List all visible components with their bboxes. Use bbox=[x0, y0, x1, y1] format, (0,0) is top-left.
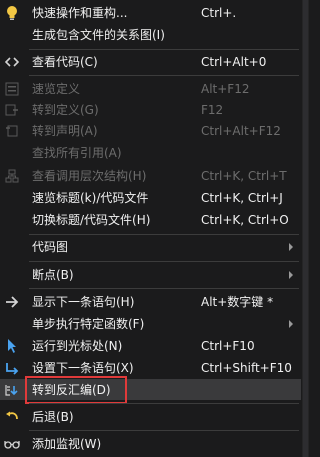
menu-item-label: 快速操作和重构... bbox=[32, 6, 128, 20]
menu-item-shortcut: Alt+F12 bbox=[201, 81, 250, 96]
disassembly-icon bbox=[4, 382, 20, 398]
menu-item-label: 查看调用层次结构(H) bbox=[32, 169, 147, 183]
menu-separator bbox=[29, 403, 299, 404]
menu-item-peek-header[interactable]: 速览标题(k)/代码文件 Ctrl+K, Ctrl+J bbox=[0, 187, 301, 208]
menu-item-shortcut: Ctrl+Shift+F10 bbox=[201, 360, 292, 375]
menu-item-label: 生成包含文件的关系图(I) bbox=[32, 28, 165, 42]
menu-item-label: 后退(B) bbox=[32, 410, 74, 424]
menu-item-label: 查看代码(C) bbox=[32, 55, 98, 69]
menu-item-go-back[interactable]: 后退(B) bbox=[0, 406, 301, 427]
code-icon bbox=[4, 54, 20, 70]
menu-item-label: 速览标题(k)/代码文件 bbox=[32, 191, 149, 205]
menu-item-label: 速览定义 bbox=[32, 82, 81, 96]
menu-item-shortcut: Ctrl+F10 bbox=[201, 338, 255, 353]
menu-item-label: 单步执行特定函数(F) bbox=[32, 317, 145, 331]
menu-item-label: 转到定义(G) bbox=[32, 103, 99, 117]
menu-separator bbox=[29, 75, 299, 76]
menu-separator bbox=[29, 49, 299, 50]
scrollbar-thumb[interactable] bbox=[303, 0, 308, 457]
menu-item-show-next-statement[interactable]: 显示下一条语句(H) Alt+数字键 * bbox=[0, 291, 301, 312]
menu-item-shortcut: Ctrl+K, Ctrl+O bbox=[201, 212, 289, 227]
menu-item-label: 设置下一条语句(X) bbox=[32, 361, 134, 375]
menu-item-shortcut: Ctrl+Alt+0 bbox=[201, 54, 267, 69]
menu-item-label: 代码图 bbox=[32, 240, 69, 254]
menu-item-shortcut: F12 bbox=[201, 102, 224, 117]
set-next-statement-icon bbox=[4, 360, 20, 376]
menu-item-set-next-statement[interactable]: 设置下一条语句(X) Ctrl+Shift+F10 bbox=[0, 357, 301, 378]
glasses-icon bbox=[4, 436, 20, 452]
call-hierarchy-icon bbox=[4, 168, 20, 184]
arrow-right-icon bbox=[4, 294, 20, 310]
menu-item-add-watch[interactable]: 添加监视(W) bbox=[0, 433, 301, 454]
menu-item-generate-include-graph[interactable]: 生成包含文件的关系图(I) bbox=[0, 24, 301, 45]
go-to-declaration-icon bbox=[4, 123, 20, 139]
menu-item-shortcut: Alt+数字键 * bbox=[201, 295, 274, 309]
menu-item-shortcut: Ctrl+. bbox=[201, 5, 237, 20]
menu-item-label: 运行到光标处(N) bbox=[32, 339, 123, 353]
menu-item-toggle-header[interactable]: 切换标题/代码文件(H) Ctrl+K, Ctrl+O bbox=[0, 209, 301, 230]
menu-item-label: 查找所有引用(A) bbox=[32, 146, 122, 160]
highlight-box bbox=[25, 376, 127, 404]
go-to-definition-icon bbox=[4, 102, 20, 118]
menu-item-find-all-references[interactable]: 查找所有引用(A) bbox=[0, 142, 301, 163]
menu-item-label: 断点(B) bbox=[32, 268, 74, 282]
menu-separator bbox=[29, 288, 299, 289]
menu-item-breakpoint[interactable]: 断点(B) bbox=[0, 264, 301, 285]
menu-item-label: 转到声明(A) bbox=[32, 124, 98, 138]
peek-definition-icon bbox=[4, 81, 20, 97]
menu-item-go-to-definition[interactable]: 转到定义(G) F12 bbox=[0, 99, 301, 120]
lightbulb-icon bbox=[4, 5, 20, 21]
submenu-arrow-icon bbox=[289, 319, 293, 328]
menu-item-label: 添加监视(W) bbox=[32, 437, 102, 451]
menu-item-label: 显示下一条语句(H) bbox=[32, 295, 135, 309]
menu-separator bbox=[29, 234, 299, 235]
menu-item-peek-definition[interactable]: 速览定义 Alt+F12 bbox=[0, 78, 301, 99]
menu-item-label: 切换标题/代码文件(H) bbox=[32, 213, 151, 227]
menu-item-run-to-cursor[interactable]: 运行到光标处(N) Ctrl+F10 bbox=[0, 335, 301, 356]
menu-item-shortcut: Ctrl+K, Ctrl+T bbox=[201, 168, 287, 183]
menu-item-view-call-hierarchy[interactable]: 查看调用层次结构(H) Ctrl+K, Ctrl+T bbox=[0, 165, 301, 186]
submenu-arrow-icon bbox=[289, 242, 293, 251]
submenu-arrow-icon bbox=[289, 270, 293, 279]
menu-item-go-to-declaration[interactable]: 转到声明(A) Ctrl+Alt+F12 bbox=[0, 120, 301, 141]
menu-item-quick-actions[interactable]: 快速操作和重构... Ctrl+. bbox=[0, 2, 301, 23]
context-menu: 快速操作和重构... Ctrl+. 生成包含文件的关系图(I) 查看代码(C) … bbox=[0, 0, 309, 457]
menu-item-code-map[interactable]: 代码图 bbox=[0, 236, 301, 257]
back-icon bbox=[4, 409, 20, 425]
menu-item-step-into-specific[interactable]: 单步执行特定函数(F) bbox=[0, 313, 301, 334]
run-to-cursor-icon bbox=[4, 338, 20, 354]
menu-separator bbox=[29, 430, 299, 431]
menu-item-view-code[interactable]: 查看代码(C) Ctrl+Alt+0 bbox=[0, 51, 301, 72]
menu-item-shortcut: Ctrl+Alt+F12 bbox=[201, 123, 281, 138]
menu-item-shortcut: Ctrl+K, Ctrl+J bbox=[201, 190, 283, 205]
menu-separator bbox=[29, 261, 299, 262]
